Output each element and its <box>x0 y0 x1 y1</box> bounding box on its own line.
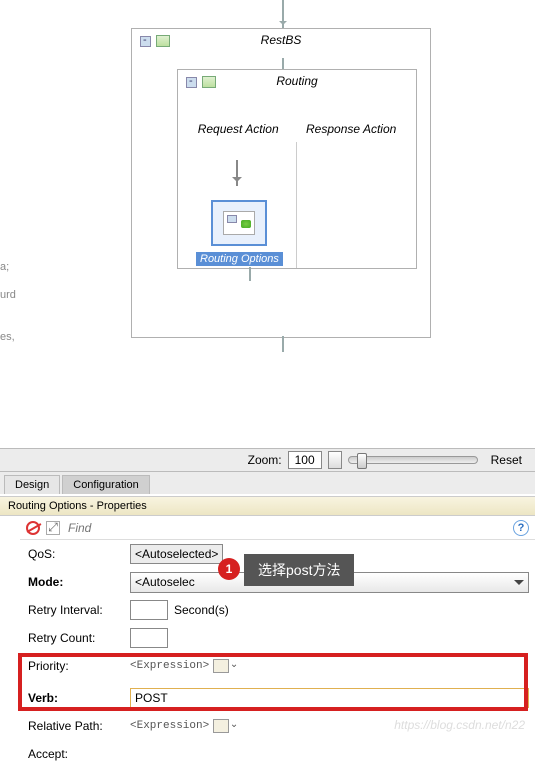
zoom-reset-button[interactable]: Reset <box>484 450 529 470</box>
properties-toolbar: ⤢ ? <box>20 516 535 540</box>
zoom-input[interactable] <box>288 451 322 469</box>
flow-canvas[interactable]: RestBS Routing Request Action Response A… <box>0 0 535 440</box>
connector <box>249 267 251 281</box>
node-type-icon <box>156 35 170 47</box>
verb-field[interactable]: POST <box>130 688 529 708</box>
callout-text: 选择post方法 <box>244 554 354 586</box>
callout-number: 1 <box>218 558 240 580</box>
collapse-icon[interactable] <box>186 77 197 88</box>
qos-label: QoS: <box>20 547 130 561</box>
seconds-label: Second(s) <box>174 603 229 617</box>
request-action-label: Request Action <box>198 122 279 136</box>
routing-options-icon <box>223 211 255 235</box>
mode-value: <Autoselec <box>135 575 195 589</box>
connector-arrow <box>236 160 238 186</box>
routing-node[interactable]: Routing Request Action Response Action R… <box>177 69 417 269</box>
help-icon[interactable]: ? <box>513 520 529 536</box>
routing-options-node[interactable] <box>211 200 267 246</box>
find-input[interactable] <box>66 520 507 536</box>
priority-expression[interactable]: <Expression> <box>130 660 209 672</box>
zoom-label: Zoom: <box>248 453 282 467</box>
verb-value: POST <box>135 691 168 705</box>
expand-icon[interactable]: ⤢ <box>46 521 60 535</box>
accept-label: Accept: <box>20 747 130 761</box>
priority-label: Priority: <box>20 659 130 673</box>
zoom-slider[interactable] <box>348 456 478 464</box>
left-fragment: a; urd es, <box>0 260 18 344</box>
routing-options-caption: Routing Options <box>196 252 283 266</box>
tab-configuration[interactable]: Configuration <box>62 475 149 494</box>
expression-editor-icon[interactable] <box>213 659 229 673</box>
zoom-spinner[interactable] <box>328 451 342 469</box>
expression-editor-icon[interactable] <box>213 719 229 733</box>
zoom-slider-thumb[interactable] <box>357 453 367 469</box>
verb-label: Verb: <box>20 691 130 705</box>
properties-panel-title: Routing Options - Properties <box>0 496 535 516</box>
response-action-label: Response Action <box>306 122 396 136</box>
restbs-node[interactable]: RestBS Routing Request Action Response A… <box>131 28 431 338</box>
retry-interval-label: Retry Interval: <box>20 603 130 617</box>
restbs-collapse-controls[interactable] <box>140 35 170 50</box>
disable-icon[interactable] <box>26 521 40 535</box>
mode-label: Mode: <box>20 575 130 589</box>
relative-path-label: Relative Path: <box>20 719 130 733</box>
retry-count-label: Retry Count: <box>20 631 130 645</box>
qos-value[interactable]: <Autoselected> <box>130 544 223 564</box>
connector-top <box>282 0 284 28</box>
retry-count-input[interactable] <box>130 628 168 648</box>
tab-design[interactable]: Design <box>4 475 60 494</box>
restbs-title: RestBS <box>132 29 430 51</box>
relative-path-expression[interactable]: <Expression> <box>130 720 209 732</box>
routing-collapse-controls[interactable] <box>186 76 216 91</box>
zoom-toolbar: Zoom: Reset <box>0 448 535 472</box>
node-type-icon <box>202 76 216 88</box>
retry-interval-input[interactable] <box>130 600 168 620</box>
collapse-icon[interactable] <box>140 36 151 47</box>
editor-tabs: Design Configuration <box>0 472 535 494</box>
connector-bottom <box>282 336 284 352</box>
watermark: https://blog.csdn.net/n22 <box>394 718 525 732</box>
lane-divider <box>296 142 297 268</box>
